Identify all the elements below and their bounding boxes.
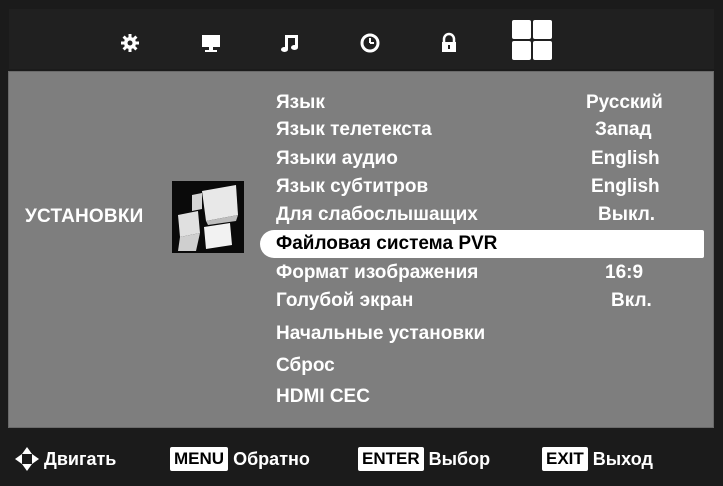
menu-item-hard-of-hearing[interactable]: Для слабослышащих Выкл. xyxy=(260,201,704,229)
hint-exit-label: Выход xyxy=(592,448,653,469)
menu-item-value: 16:9 xyxy=(605,262,644,283)
menu-item-subtitle-language[interactable]: Язык субтитров English xyxy=(260,173,704,201)
key-hint-bar: Двигать MENU Обратно ENTER Выбор EXIT Вы… xyxy=(0,430,723,486)
hint-select: ENTER Выбор xyxy=(358,445,490,473)
tab-time[interactable] xyxy=(359,32,381,54)
hint-back-label: Обратно xyxy=(233,448,310,469)
music-note-icon xyxy=(281,35,298,52)
tv-osd-frame: УСТАНОВКИ Язык Русский Язык телетекста З… xyxy=(0,0,723,486)
hint-exit: EXIT Выход xyxy=(542,445,653,473)
menu-item-label: Формат изображения xyxy=(276,262,479,283)
menu-item-label: Язык телетекста xyxy=(276,119,432,140)
exit-key-badge: EXIT xyxy=(542,447,588,471)
menu-item-value: Выкл. xyxy=(598,204,656,225)
monitor-icon xyxy=(202,35,220,52)
menu-item-reset[interactable]: Сброс xyxy=(260,352,704,380)
menu-item-value: English xyxy=(591,148,660,169)
hint-move-label: Двигать xyxy=(44,448,117,469)
menu-item-label: Сброс xyxy=(276,355,335,376)
menu-tab-bar xyxy=(9,9,714,69)
tab-setup[interactable] xyxy=(511,19,553,61)
menu-item-label: Языки аудио xyxy=(276,148,398,169)
menu-key-badge: MENU xyxy=(170,447,229,471)
menu-item-value: Вкл. xyxy=(611,290,652,311)
clock-icon xyxy=(360,33,380,53)
menu-item-label: Для слабослышащих xyxy=(276,204,478,225)
menu-item-blue-screen[interactable]: Голубой экран Вкл. xyxy=(260,287,704,315)
menu-item-value: Русский xyxy=(586,92,663,113)
tab-sound[interactable] xyxy=(279,32,301,54)
setup-tiles-icon xyxy=(172,181,244,253)
menu-item-teletext-language[interactable]: Язык телетекста Запад xyxy=(260,116,704,144)
menu-item-value: Запад xyxy=(595,119,652,140)
menu-item-label: Язык xyxy=(276,92,325,113)
hint-move: Двигать xyxy=(14,445,116,473)
navigation-arrows-icon xyxy=(15,447,39,471)
menu-item-language[interactable]: Язык Русский xyxy=(260,89,704,117)
gear-icon xyxy=(121,34,139,52)
hint-select-label: Выбор xyxy=(428,448,491,469)
menu-item-label: Файловая система PVR xyxy=(276,233,498,254)
menu-item-label: Начальные установки xyxy=(276,323,486,344)
menu-item-label: Язык субтитров xyxy=(276,176,429,197)
menu-item-label: Голубой экран xyxy=(276,290,414,311)
tab-picture-settings[interactable] xyxy=(119,32,141,54)
menu-item-audio-languages[interactable]: Языки аудио English xyxy=(260,145,704,173)
tab-screen[interactable] xyxy=(200,32,222,54)
menu-item-value: English xyxy=(591,176,660,197)
grid-icon xyxy=(512,20,552,60)
lock-icon xyxy=(442,32,456,52)
menu-item-first-time-setup[interactable]: Начальные установки xyxy=(260,320,704,348)
menu-item-pvr-file-system[interactable]: Файловая система PVR xyxy=(260,230,704,258)
hint-back: MENU Обратно xyxy=(170,445,310,473)
menu-item-hdmi-cec[interactable]: HDMI CEC xyxy=(260,383,704,411)
menu-item-label: HDMI CEC xyxy=(276,386,370,407)
tab-lock[interactable] xyxy=(438,32,460,54)
enter-key-badge: ENTER xyxy=(358,447,424,471)
menu-item-aspect-ratio[interactable]: Формат изображения 16:9 xyxy=(260,259,704,287)
category-title: УСТАНОВКИ xyxy=(25,206,144,227)
